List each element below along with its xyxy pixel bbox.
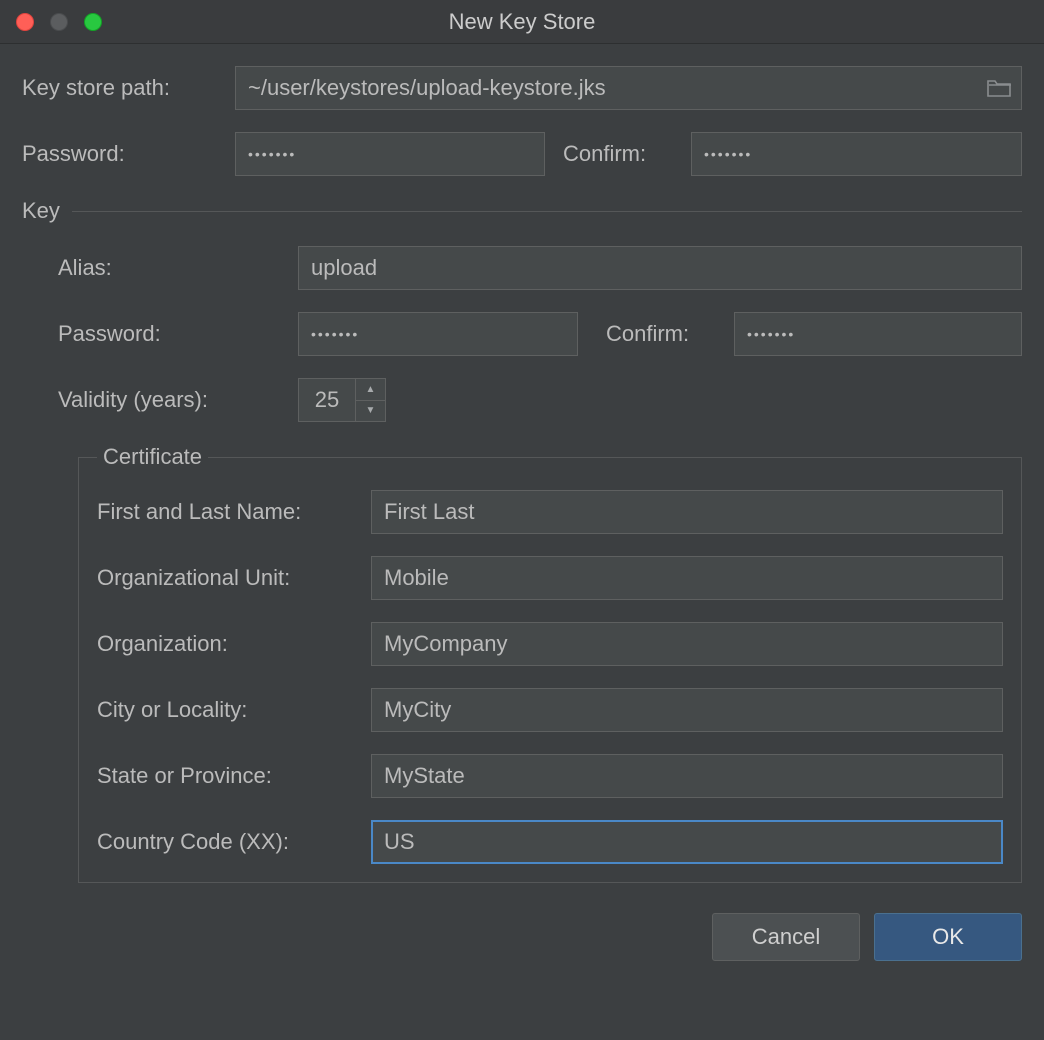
city-input[interactable]: MyCity — [371, 688, 1003, 732]
spinner-up-icon[interactable]: ▲ — [356, 379, 385, 401]
key-confirm-label: Confirm: — [596, 321, 716, 347]
org-unit-input[interactable]: Mobile — [371, 556, 1003, 600]
cancel-button[interactable]: Cancel — [712, 913, 860, 961]
ok-button[interactable]: OK — [874, 913, 1022, 961]
folder-icon — [987, 78, 1011, 98]
keystore-confirm-label: Confirm: — [563, 141, 673, 167]
alias-label: Alias: — [58, 255, 280, 281]
keystore-password-label: Password: — [22, 141, 217, 167]
spinner-down-icon[interactable]: ▼ — [356, 401, 385, 422]
key-confirm-input[interactable]: ••••••• — [734, 312, 1022, 356]
alias-input[interactable]: upload — [298, 246, 1022, 290]
keystore-path-value[interactable]: ~/user/keystores/upload-keystore.jks — [236, 75, 977, 101]
keystore-path-field[interactable]: ~/user/keystores/upload-keystore.jks — [235, 66, 1022, 110]
certificate-legend: Certificate — [97, 444, 208, 470]
first-last-name-label: First and Last Name: — [97, 499, 357, 525]
keystore-path-label: Key store path: — [22, 75, 217, 101]
organization-input[interactable]: MyCompany — [371, 622, 1003, 666]
validity-value[interactable]: 25 — [299, 379, 355, 421]
browse-folder-button[interactable] — [977, 67, 1021, 109]
validity-stepper[interactable]: 25 ▲ ▼ — [298, 378, 386, 422]
keystore-password-input[interactable]: ••••••• — [235, 132, 545, 176]
divider — [72, 211, 1022, 212]
key-password-label: Password: — [58, 321, 280, 347]
org-unit-label: Organizational Unit: — [97, 565, 357, 591]
certificate-group: Certificate First and Last Name: First L… — [78, 444, 1022, 883]
city-label: City or Locality: — [97, 697, 357, 723]
dialog-buttons: Cancel OK — [0, 883, 1044, 983]
organization-label: Organization: — [97, 631, 357, 657]
key-section-label: Key — [22, 198, 60, 224]
key-password-input[interactable]: ••••••• — [298, 312, 578, 356]
state-input[interactable]: MyState — [371, 754, 1003, 798]
key-section-header: Key — [22, 198, 1022, 224]
country-code-label: Country Code (XX): — [97, 829, 357, 855]
keystore-confirm-input[interactable]: ••••••• — [691, 132, 1022, 176]
window-titlebar: New Key Store — [0, 0, 1044, 44]
state-label: State or Province: — [97, 763, 357, 789]
validity-label: Validity (years): — [58, 387, 280, 413]
country-code-input[interactable]: US — [371, 820, 1003, 864]
window-title: New Key Store — [0, 9, 1044, 35]
first-last-name-input[interactable]: First Last — [371, 490, 1003, 534]
